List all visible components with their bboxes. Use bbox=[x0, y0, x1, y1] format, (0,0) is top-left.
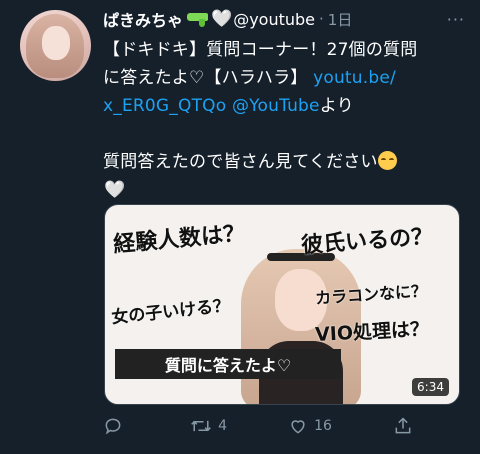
display-name[interactable]: ぱきみちゃ bbox=[103, 7, 183, 31]
avatar-face bbox=[42, 26, 70, 60]
tweet-text-suffix: より bbox=[319, 96, 354, 116]
retweet-icon bbox=[191, 420, 211, 432]
thumbnail-question-1: 経験人数は？ bbox=[112, 221, 247, 258]
tweet-text-line-4: 質問答えたので皆さん見てください bbox=[103, 148, 463, 176]
tweet-text: 【ドキドキ】質問コーナー！27個の質問 に答えたよ♡【ハラハラ】 youtu.b… bbox=[103, 36, 463, 204]
relieved-face-icon bbox=[377, 151, 397, 170]
tweet-text-line-5: 🤍 bbox=[103, 176, 463, 204]
heart-icon bbox=[291, 420, 305, 434]
like-count: 16 bbox=[314, 418, 332, 434]
reply-button[interactable] bbox=[103, 416, 129, 436]
youtube-mention[interactable]: @YouTube bbox=[232, 96, 320, 116]
reply-icon bbox=[105, 418, 121, 435]
thumbnail-question-2: 彼氏いるの？ bbox=[300, 224, 434, 259]
thumbnail-caption: 質問に答えたよ♡ bbox=[115, 349, 341, 379]
share-button[interactable] bbox=[393, 416, 413, 436]
retweet-count: 4 bbox=[218, 418, 227, 434]
tweet-header: ぱきみちゃ 🤍 @youtube · 1日 ··· bbox=[103, 8, 465, 30]
white-heart-icon: 🤍 bbox=[104, 180, 126, 200]
thumbnail-question-3: 女の子いける？ bbox=[110, 295, 231, 329]
user-handle[interactable]: @youtube bbox=[233, 10, 315, 29]
video-duration: 6:34 bbox=[412, 378, 449, 396]
retweet-button[interactable]: 4 bbox=[190, 416, 227, 436]
tweet-text-line-3: x_ER0G_QTQo @YouTubeより bbox=[103, 92, 463, 120]
share-icon bbox=[395, 417, 411, 434]
tweet-question-text: 質問答えたので皆さん見てください bbox=[103, 152, 378, 172]
tweet-time[interactable]: 1日 bbox=[328, 9, 353, 30]
like-button[interactable]: 16 bbox=[288, 416, 332, 436]
video-link-part-1[interactable]: youtu.be/ bbox=[313, 68, 396, 88]
tweet-text-segment: に答えたよ♡【ハラハラ】 bbox=[103, 68, 314, 88]
white-heart-icon: 🤍 bbox=[211, 9, 233, 29]
tweet-text-line-1: 【ドキドキ】質問コーナー！27個の質問 bbox=[103, 40, 418, 60]
tweet-text-line-2: に答えたよ♡【ハラハラ】 youtu.be/ bbox=[103, 64, 463, 92]
separator-dot: · bbox=[319, 10, 324, 28]
video-card[interactable]: 経験人数は？ 彼氏いるの？ 女の子いける？ カラコンなに？ VIO処理は？ 質問… bbox=[104, 204, 460, 405]
avatar[interactable] bbox=[20, 10, 91, 81]
more-icon[interactable]: ··· bbox=[447, 10, 465, 29]
video-link-part-2[interactable]: x_ER0G_QTQo bbox=[103, 96, 226, 116]
thumbnail-question-5: VIO処理は？ bbox=[314, 318, 430, 346]
tweet-actions: 4 16 bbox=[103, 414, 413, 438]
water-pistol-icon bbox=[187, 12, 209, 27]
